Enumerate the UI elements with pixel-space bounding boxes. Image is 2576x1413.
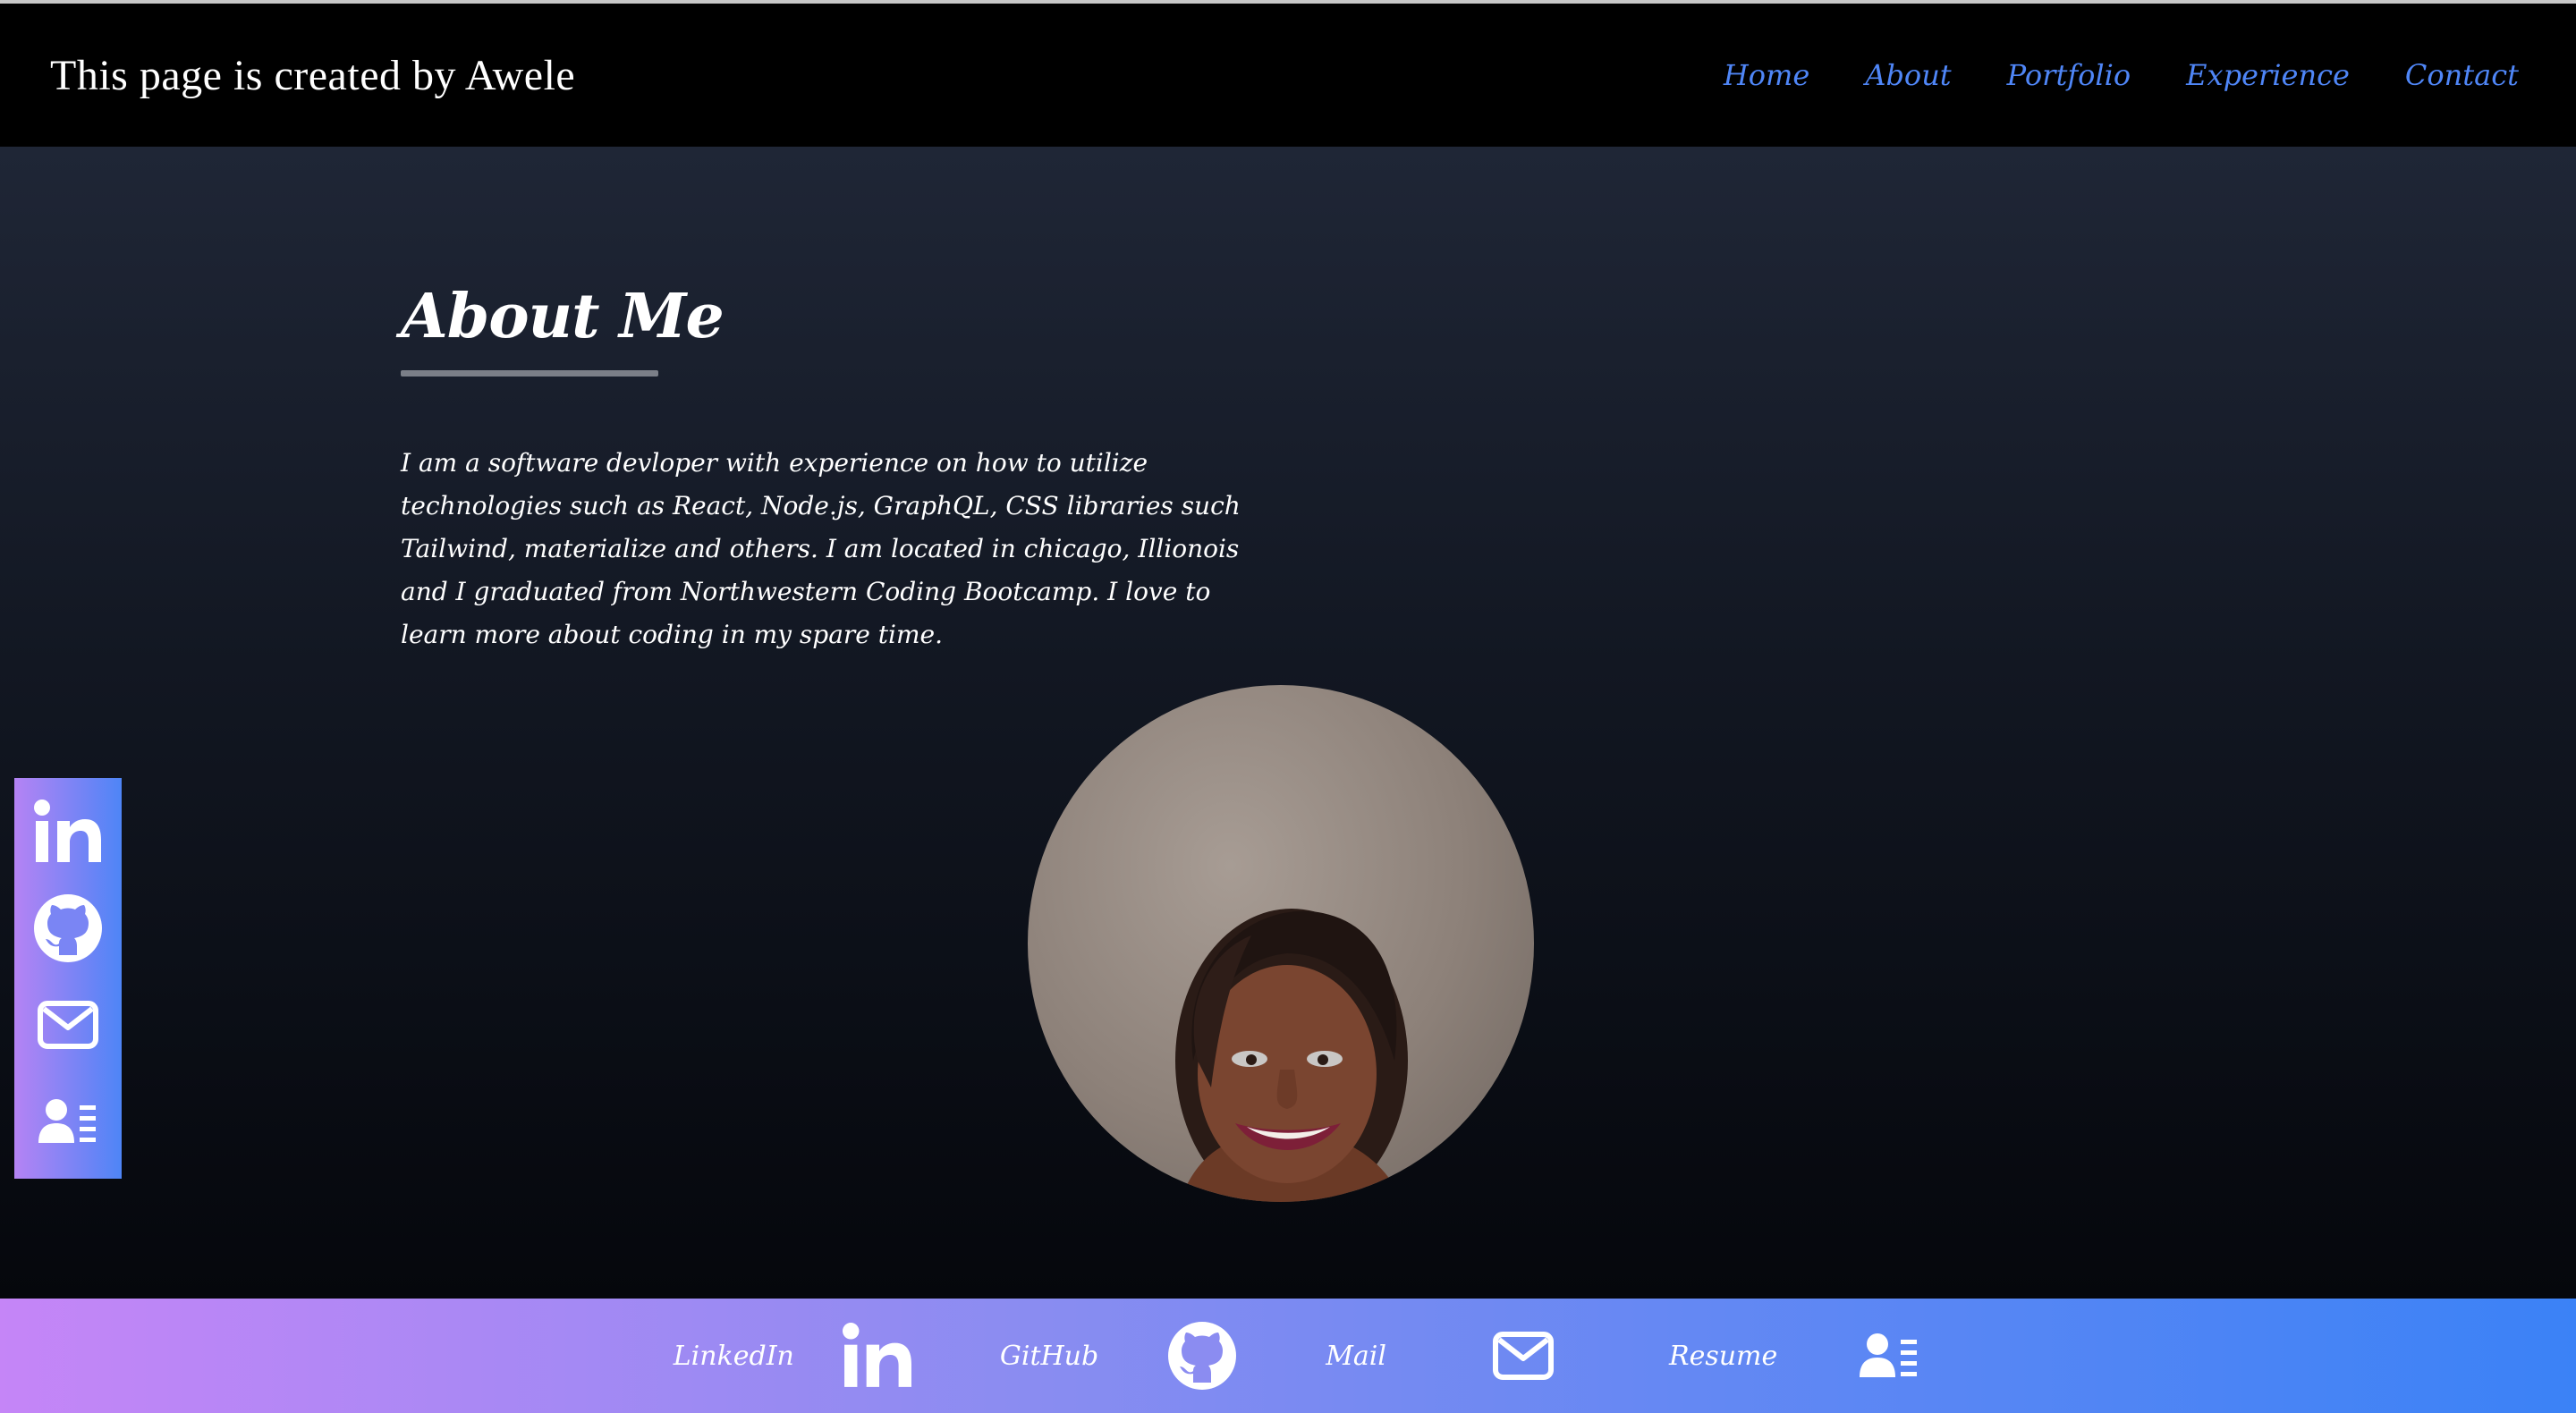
profile-photo — [1028, 685, 1534, 1202]
footer-links: LinkedIn GitHub Mail Resume — [674, 1320, 1919, 1392]
about-section: About Me I am a software devloper with e… — [0, 147, 2576, 1299]
nav-link-home[interactable]: Home — [1724, 58, 1809, 92]
sidebar-linkedin-link[interactable] — [30, 794, 106, 869]
title-underline — [401, 370, 658, 377]
resume-icon — [1860, 1333, 1918, 1377]
linkedin-icon — [842, 1323, 911, 1387]
social-sidebar — [14, 778, 122, 1179]
sidebar-github-link[interactable] — [30, 891, 106, 966]
footer-github-link[interactable] — [1166, 1320, 1238, 1392]
resume-icon — [38, 1099, 96, 1143]
site-brand: This page is created by Awele — [50, 51, 576, 99]
nav-link-about[interactable]: About — [1865, 58, 1951, 92]
footer-bar: LinkedIn GitHub Mail Resume — [0, 1299, 2576, 1413]
footer-resume-label[interactable]: Resume — [1669, 1341, 1777, 1372]
nav-link-portfolio[interactable]: Portfolio — [2007, 58, 2131, 92]
mail-icon — [38, 1001, 98, 1049]
profile-portrait-illustration — [1175, 909, 1408, 1202]
nav-links: Home About Portfolio Experience Contact — [1724, 58, 2519, 92]
footer-github-label[interactable]: GitHub — [1000, 1341, 1098, 1372]
footer-mail-label[interactable]: Mail — [1326, 1341, 1386, 1372]
github-icon — [34, 894, 102, 962]
mail-icon — [1493, 1332, 1554, 1380]
footer-linkedin-link[interactable] — [842, 1323, 912, 1389]
nav-link-contact[interactable]: Contact — [2405, 58, 2519, 92]
github-icon — [1168, 1322, 1237, 1390]
footer-linkedin-label[interactable]: LinkedIn — [674, 1341, 794, 1372]
about-description: I am a software devloper with experience… — [401, 448, 1241, 649]
nav-link-experience[interactable]: Experience — [2186, 58, 2350, 92]
navbar: This page is created by Awele Home About… — [0, 4, 2576, 147]
about-title: About Me — [401, 281, 724, 352]
footer-mail-link[interactable] — [1492, 1331, 1555, 1381]
sidebar-resume-link[interactable] — [30, 1084, 106, 1159]
sidebar-mail-link[interactable] — [30, 987, 106, 1062]
linkedin-icon — [34, 800, 101, 862]
footer-resume-link[interactable] — [1860, 1333, 1919, 1379]
